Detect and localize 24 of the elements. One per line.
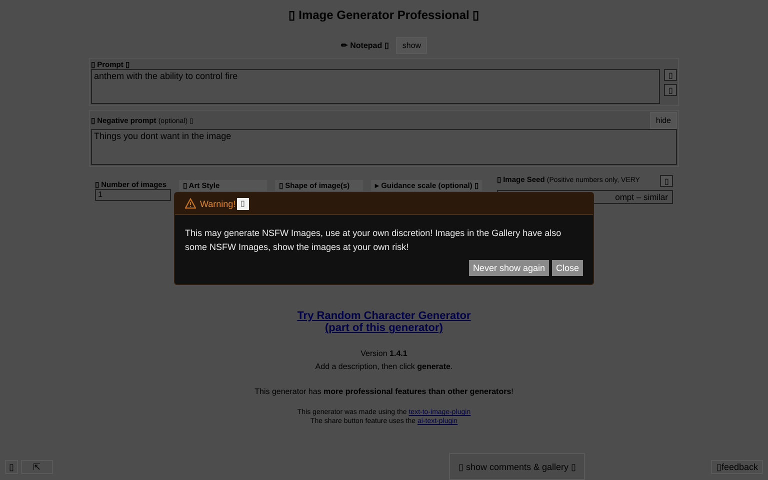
footer-button[interactable]: ▯ (5, 460, 18, 474)
comments-gallery-button[interactable]: ▯ show comments & gallery ▯ (449, 453, 585, 480)
select-field[interactable]: 1 (95, 189, 171, 201)
side-button[interactable]: ▯ (664, 84, 677, 96)
notepad-label: ✏ Notepad ▯ (340, 41, 388, 50)
dialog-message: This may generate NSFW Images, use at your own discretion! Images in the Gallery have also some NSFW Images, show the images at your own risk! (184, 227, 562, 254)
page-title: ▯ Image Generator Professional ▯ (288, 8, 480, 24)
dialog-button[interactable]: Close (552, 260, 583, 276)
hint-text: Add a description, then click generate. (315, 362, 453, 371)
negative-prompt-field[interactable]: Things you dont want in the image (91, 129, 677, 165)
feedback-button[interactable]: ▯feedback (711, 460, 763, 474)
hide-button[interactable]: hide (650, 112, 677, 129)
seed-button[interactable]: ▯ (660, 175, 673, 187)
dialog-button[interactable]: Never show again (468, 260, 549, 276)
version-text: Version 1.4.1 (360, 349, 408, 358)
warning-icon (185, 198, 196, 209)
prompt-field[interactable]: anthem with the ability to control fire (91, 69, 660, 104)
features-text: This generator has more professional features than other generators! (254, 387, 514, 396)
side-button[interactable]: ▯ (664, 69, 677, 81)
dialog-title-button[interactable]: ▯ (236, 198, 249, 210)
random-character-link[interactable]: Try Random Character Generator (part of this generator) (297, 310, 471, 334)
footer-button[interactable]: ⇱ (21, 460, 53, 474)
show-button[interactable]: show (396, 37, 428, 54)
dialog-title: Warning! (200, 198, 236, 208)
